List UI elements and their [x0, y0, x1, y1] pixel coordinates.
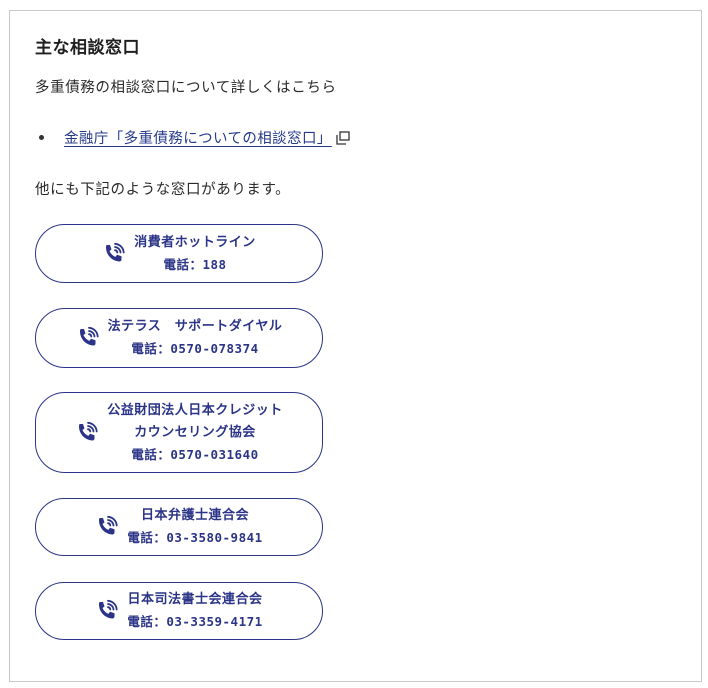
contact-button-shihoshoshi[interactable]: 日本司法書士会連合会 電話：03-3359-4171	[35, 582, 323, 640]
fsa-consultation-link[interactable]: 金融庁「多重債務についての相談窓口」	[64, 127, 332, 148]
contact-text: 法テラス サポートダイヤル 電話：0570-078374	[108, 316, 283, 360]
link-label: 金融庁「多重債務についての相談窓口」	[64, 131, 332, 147]
consultation-panel: 主な相談窓口 多重債務の相談窓口について詳しくはこちら 金融庁「多重債務について…	[9, 10, 702, 682]
contact-text: 日本弁護士連合会 電話：03-3580-9841	[127, 505, 262, 549]
other-contacts-text: 他にも下記のような窓口があります。	[35, 182, 291, 198]
phone-icon	[99, 599, 118, 619]
external-link-icon	[336, 130, 350, 145]
intro-text: 多重債務の相談窓口について詳しくはこちら	[35, 80, 337, 96]
contact-button-nichibenren[interactable]: 日本弁護士連合会 電話：03-3580-9841	[35, 498, 323, 556]
contact-text: 日本司法書士会連合会 電話：03-3359-4171	[127, 589, 262, 633]
contact-name-line2: カウンセリング協会	[134, 424, 256, 440]
contact-name-line1: 公益財団法人日本クレジット	[107, 402, 283, 418]
phone-icon	[79, 326, 99, 346]
contact-phone: 電話：0570-031640	[131, 446, 259, 462]
contact-phone: 電話：03-3359-4171	[127, 614, 263, 629]
contact-button-consumer-hotline[interactable]: 消費者ホットライン 電話：188	[35, 224, 323, 283]
contact-name: 消費者ホットライン	[134, 234, 256, 250]
contact-button-houterasu[interactable]: 法テラス サポートダイヤル 電話：0570-078374	[35, 308, 323, 368]
contact-phone: 電話：188	[163, 256, 227, 272]
link-list-item: 金融庁「多重債務についての相談窓口」	[35, 127, 350, 148]
contact-button-jcca[interactable]: 公益財団法人日本クレジット カウンセリング協会 電話：0570-031640	[35, 392, 323, 473]
phone-icon	[99, 515, 118, 535]
contact-phone: 電話：03-3580-9841	[127, 530, 263, 545]
section-heading: 主な相談窓口	[35, 38, 140, 58]
phone-icon	[79, 421, 98, 440]
phone-icon	[106, 242, 125, 261]
contact-phone: 電話：0570-078374	[131, 341, 259, 356]
contact-name: 日本司法書士会連合会	[127, 592, 263, 607]
bullet	[39, 135, 44, 140]
contact-text: 公益財団法人日本クレジット カウンセリング協会 電話：0570-031640	[107, 400, 283, 466]
contact-text: 消費者ホットライン 電話：188	[134, 232, 256, 276]
contact-name: 法テラス サポートダイヤル	[107, 319, 283, 334]
contact-name: 日本弁護士連合会	[140, 508, 249, 523]
